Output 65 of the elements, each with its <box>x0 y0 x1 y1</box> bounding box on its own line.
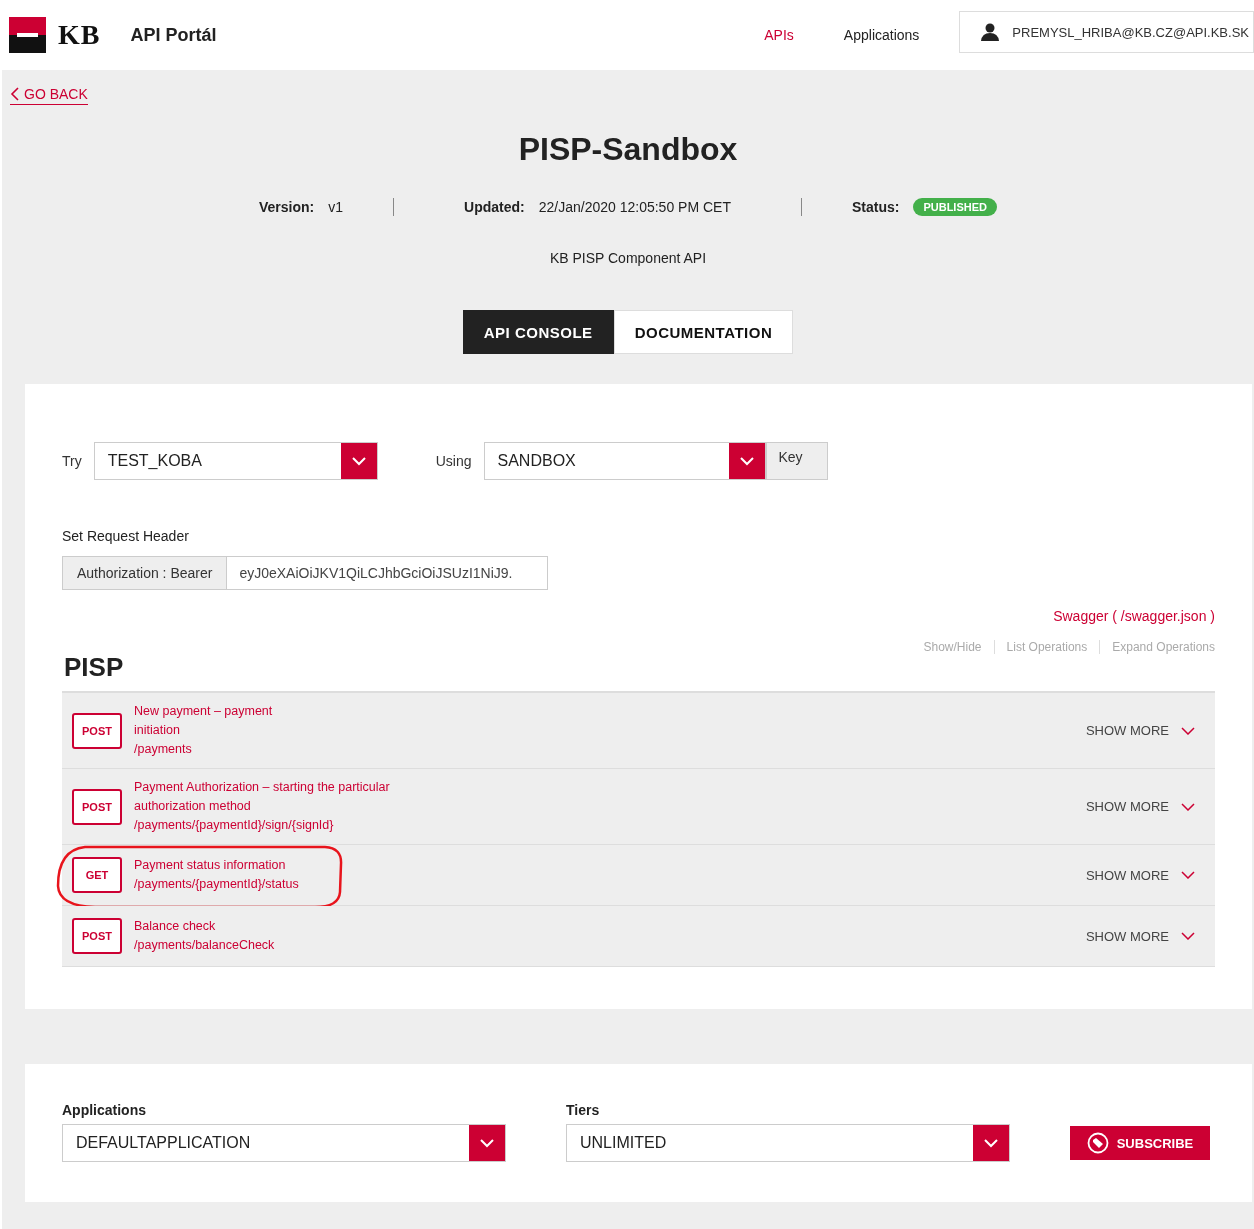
chevron-down-icon <box>1181 932 1195 940</box>
operation-path: /payments/{paymentId}/status <box>134 876 299 893</box>
operation-title: initiation <box>134 722 181 739</box>
chevron-left-icon <box>10 87 20 101</box>
operation-title: authorization method <box>134 798 252 815</box>
logo-icon <box>9 17 46 53</box>
go-back-link[interactable]: GO BACK <box>10 86 88 105</box>
authorization-label: Authorization : Bearer <box>62 556 228 590</box>
chevron-down-icon <box>479 1138 495 1148</box>
tab[interactable]: DOCUMENTATION <box>613 310 794 354</box>
chevron-down-icon <box>1181 871 1195 879</box>
operation-path: /payments <box>134 741 193 758</box>
chevron-down-icon <box>1181 802 1195 811</box>
using-label: Using <box>435 453 472 469</box>
nav-link[interactable]: Applications <box>843 27 920 43</box>
brand-name: KB <box>58 19 101 51</box>
version-label: Version: <box>259 199 315 215</box>
operation-path: /payments/{paymentId}/sign/{signId} <box>134 817 335 834</box>
tag-icon <box>1086 1132 1109 1154</box>
status-label: Status: <box>851 199 900 215</box>
tier-select[interactable]: UNLIMITED <box>566 1124 1010 1162</box>
key-button[interactable]: Key <box>765 442 828 480</box>
try-label: Try <box>62 453 82 469</box>
subscribe-button[interactable]: SUBSCRIBE <box>1070 1126 1210 1160</box>
api-title: PISP-Sandbox <box>517 131 739 168</box>
updated-label: Updated: <box>464 199 525 215</box>
operation-title: Balance check <box>134 918 217 935</box>
operation-row[interactable]: POST Balance check /payments/balanceCheck SHOW MORE <box>62 906 1215 967</box>
tab[interactable]: API CONSOLE <box>462 310 614 354</box>
chevron-down-icon <box>738 456 755 466</box>
kb-logo[interactable]: KB <box>9 17 101 53</box>
status-badge: PUBLISHED <box>913 198 997 216</box>
operation-title: New payment – payment <box>134 703 273 720</box>
user-menu[interactable]: PREMYSL_HRIBA@KB.CZ@API.KB.SK <box>959 11 1254 53</box>
tiers-label: Tiers <box>566 1102 601 1118</box>
show-more-link[interactable]: SHOW MORE <box>1085 799 1195 814</box>
version-value: v1 <box>328 199 344 215</box>
chevron-down-icon <box>1181 726 1195 735</box>
swagger-link[interactable]: Swagger ( /swagger.json ) <box>1053 608 1215 624</box>
show-more-link[interactable]: SHOW MORE <box>1085 723 1195 738</box>
chevron-down-icon <box>983 1138 999 1148</box>
portal-title: API Portál <box>130 24 217 46</box>
method-badge: GET <box>72 857 122 893</box>
method-badge: POST <box>72 788 122 825</box>
show-more-link[interactable]: SHOW MORE <box>1085 928 1195 944</box>
user-icon <box>980 23 1001 41</box>
environment-select[interactable]: SANDBOX <box>483 442 766 480</box>
operation-row[interactable]: POST Payment Authorization – starting the particular authorization method /payments/{paymentId}/sign/{signId} SHOW MORE <box>62 769 1215 845</box>
updated-value: 22/Jan/2020 12:05:50 PM CET <box>538 199 731 215</box>
operation-title: Payment Authorization – starting the particular <box>134 779 390 796</box>
method-badge: POST <box>72 712 122 749</box>
application-select[interactable]: DEFAULTAPPLICATION <box>62 1124 506 1162</box>
chevron-down-icon <box>350 456 367 466</box>
operation-row[interactable]: POST New payment – payment initiation /payments SHOW MORE <box>62 693 1215 769</box>
request-header-label: Set Request Header <box>62 528 190 544</box>
operation-title: Payment status information <box>134 857 287 874</box>
method-badge: POST <box>72 918 122 954</box>
show-more-link[interactable]: SHOW MORE <box>1085 867 1195 883</box>
operation-path: /payments/balanceCheck <box>134 937 275 954</box>
token-field[interactable]: eyJ0eXAiOiJKV1QiLCJhbGciOiJSUzI1NiJ9. <box>227 556 549 590</box>
application-select[interactable]: TEST_KOBA <box>93 442 378 480</box>
applications-label: Applications <box>62 1102 147 1118</box>
nav-link[interactable]: APIs <box>764 27 794 43</box>
api-description: KB PISP Component API <box>548 250 708 266</box>
section-title: PISP <box>64 652 124 683</box>
